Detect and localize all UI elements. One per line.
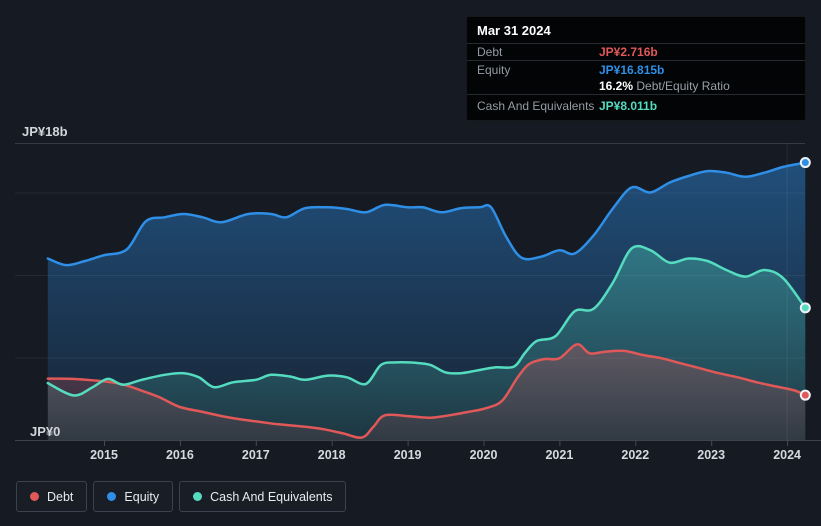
legend-equity-label: Equity (124, 489, 160, 504)
legend-debt-label: Debt (47, 489, 74, 504)
y-axis-zero-label: JP¥0 (30, 424, 61, 439)
tooltip-ratio-value: 16.2% (599, 79, 634, 93)
legend-item-cash[interactable]: Cash And Equivalents (179, 481, 347, 512)
tooltip-cash-label: Cash And Equivalents (477, 99, 595, 113)
equity-endpoint-marker[interactable] (799, 157, 811, 169)
tooltip-ratio-row: 16.2% Debt/Equity Ratio (467, 78, 805, 95)
tooltip-debt-label: Debt (477, 45, 503, 59)
tooltip-equity-label: Equity (477, 62, 511, 77)
tooltip-debt-value: JP¥2.716b (599, 45, 658, 59)
tooltip-debt-row: Debt JP¥2.716b (467, 44, 805, 61)
debt-equity-history-chart: JP¥18b JP¥0 2015 2016 2017 2018 2019 2020 2021… (0, 0, 821, 526)
cash-endpoint-marker[interactable] (799, 302, 811, 314)
legend-cash-label: Cash And Equivalents (210, 489, 333, 504)
y-axis-max-label: JP¥18b (22, 124, 68, 139)
debt-series-dot-icon (30, 492, 39, 501)
chart-tooltip: Mar 31 2024 Debt JP¥2.716b Equity JP¥16.… (466, 16, 806, 121)
legend-item-debt[interactable]: Debt (16, 481, 88, 512)
legend-item-equity[interactable]: Equity (93, 481, 174, 512)
tooltip-cash-value: JP¥8.011b (599, 99, 658, 113)
debt-endpoint-marker[interactable] (799, 389, 811, 401)
cash-series-dot-icon (193, 492, 203, 501)
equity-series-dot-icon (107, 492, 117, 501)
tooltip-equity-value: JP¥16.815b (599, 62, 665, 77)
tooltip-cash-row: Cash And Equivalents JP¥8.011b (467, 95, 805, 120)
legend: Debt Equity Cash And Equivalents (16, 481, 347, 512)
tooltip-equity-row: Equity JP¥16.815b (467, 61, 805, 78)
tooltip-date: Mar 31 2024 (467, 17, 805, 44)
tooltip-ratio-label: Debt/Equity Ratio (636, 79, 730, 93)
